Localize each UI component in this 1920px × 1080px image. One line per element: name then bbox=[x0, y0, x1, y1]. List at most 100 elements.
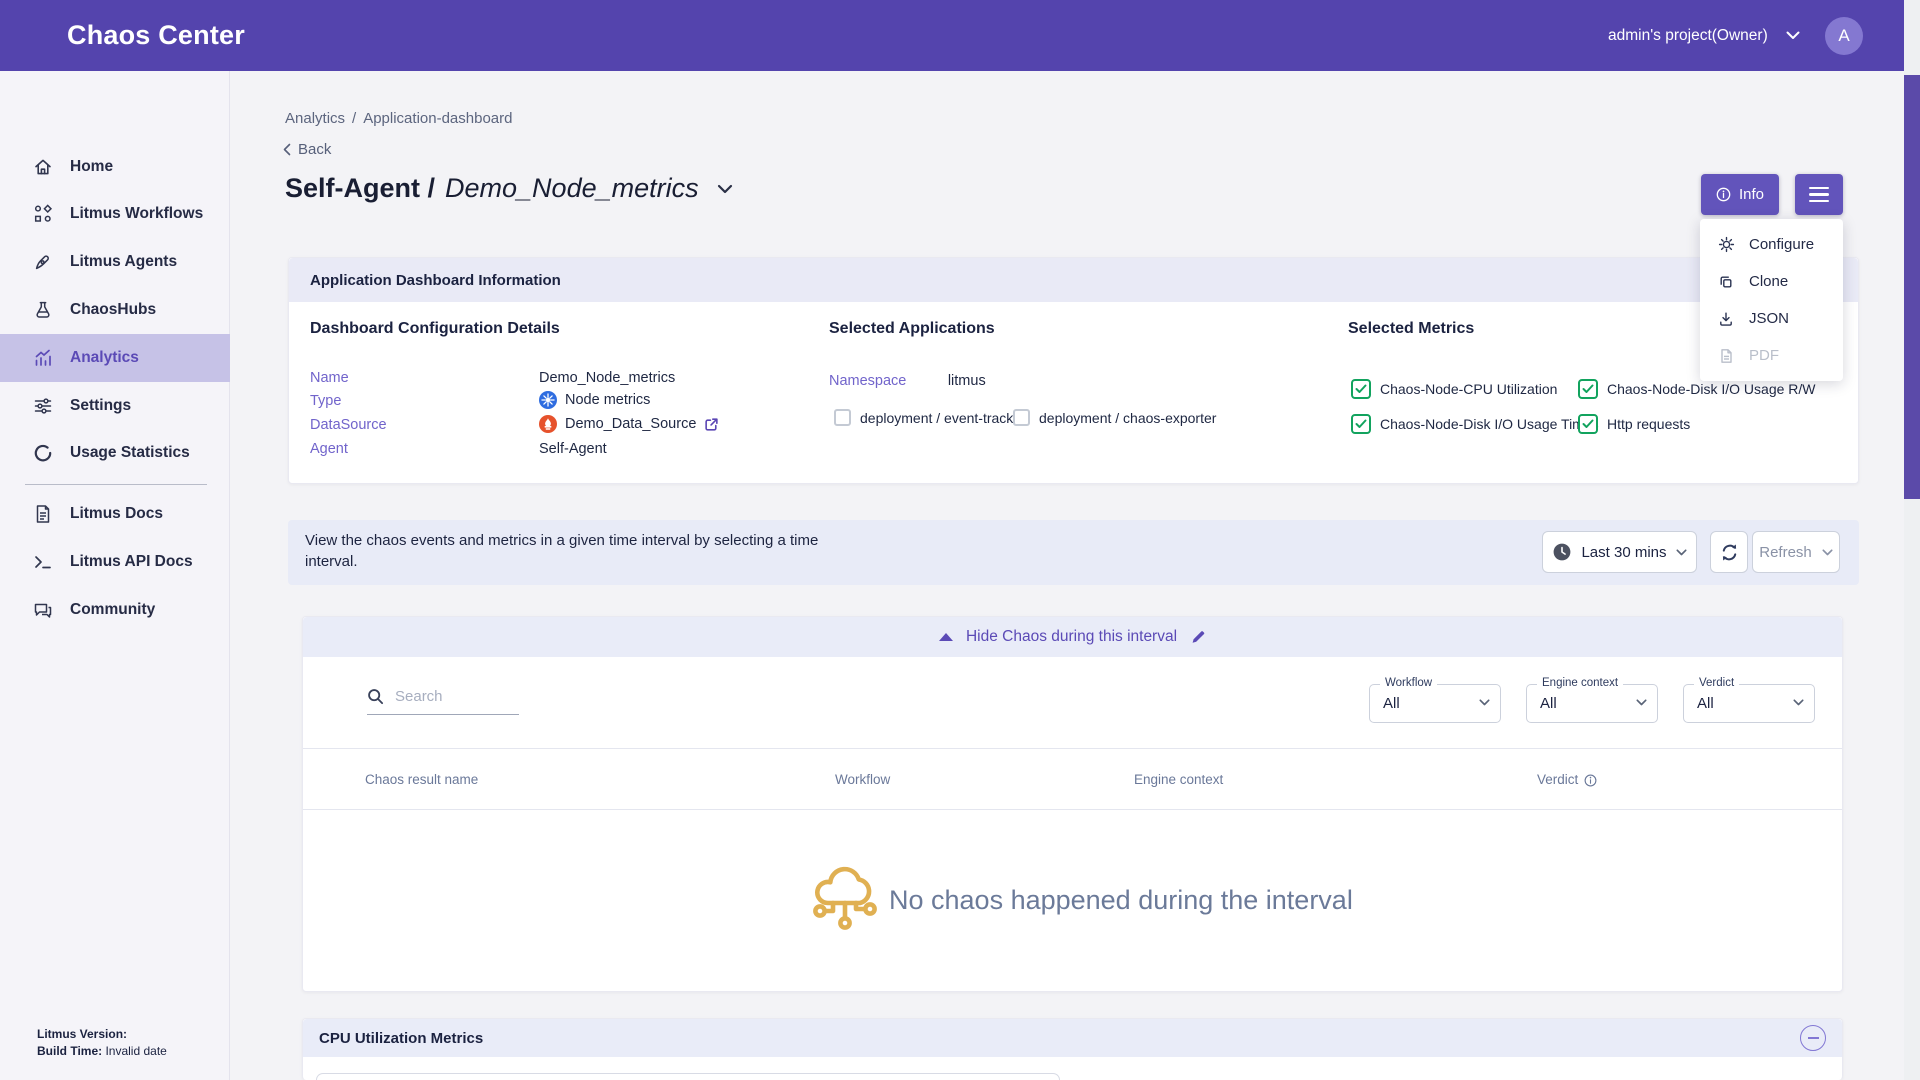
info-button[interactable]: Info bbox=[1701, 174, 1779, 215]
filter-value: All bbox=[1540, 685, 1557, 722]
search-input[interactable] bbox=[393, 687, 505, 706]
column-header: Engine context bbox=[1134, 749, 1223, 811]
app-root: Chaos Center admin's project(Owner) A Ho… bbox=[0, 0, 1920, 1080]
back-button[interactable]: Back bbox=[283, 141, 331, 158]
menu-item-label: Clone bbox=[1749, 273, 1788, 290]
sidebar-item-label: Analytics bbox=[70, 349, 139, 367]
menu-item-json[interactable]: JSON bbox=[1700, 300, 1843, 337]
config-row-value: Demo_Data_Source bbox=[539, 415, 719, 433]
column-header: Workflow bbox=[835, 749, 890, 811]
sidebar-item-label: Litmus API Docs bbox=[70, 553, 193, 571]
column-header: Chaos result name bbox=[365, 749, 478, 811]
chevron-down-icon bbox=[1822, 549, 1833, 556]
engine-context-filter-select[interactable]: Engine context All bbox=[1526, 684, 1658, 723]
top-header-bar: Chaos Center admin's project(Owner) A bbox=[0, 0, 1920, 71]
config-row-label: Type bbox=[310, 393, 341, 409]
info-circle-icon bbox=[1716, 187, 1731, 202]
version-info: Litmus Version: Build Time: Invalid date bbox=[37, 1026, 167, 1060]
sidebar-item-litmus-api-docs[interactable]: Litmus API Docs bbox=[0, 538, 230, 586]
sidebar-item-label: Home bbox=[70, 158, 113, 176]
sidebar-item-label: Settings bbox=[70, 397, 131, 415]
build-value: Invalid date bbox=[102, 1044, 167, 1058]
sidebar-item-community[interactable]: Community bbox=[0, 586, 230, 634]
title-chevron-down-icon[interactable] bbox=[717, 184, 733, 194]
sidebar-item-label: Usage Statistics bbox=[70, 444, 190, 462]
time-range-value: Last 30 mins bbox=[1581, 544, 1666, 561]
verdict-info-icon[interactable] bbox=[1584, 774, 1597, 787]
chart-card-top-edge bbox=[316, 1073, 1060, 1080]
page-title: Self-Agent / Demo_Node_metrics bbox=[285, 173, 733, 204]
refresh-interval-select[interactable]: Refresh bbox=[1752, 531, 1840, 573]
metric-checkbox-row: Chaos-Node-CPU Utilization bbox=[1351, 379, 1557, 399]
sidebar-item-litmus-agents[interactable]: Litmus Agents bbox=[0, 238, 230, 286]
menu-item-configure[interactable]: Configure bbox=[1700, 226, 1843, 263]
checkbox-chaos-exporter[interactable] bbox=[1013, 409, 1030, 426]
info-panel-header: Application Dashboard Information bbox=[289, 258, 1858, 302]
menu-item-clone[interactable]: Clone bbox=[1700, 263, 1843, 300]
config-details-title: Dashboard Configuration Details bbox=[310, 320, 560, 338]
back-label: Back bbox=[298, 141, 331, 158]
refresh-select-label: Refresh bbox=[1759, 544, 1812, 561]
collapse-minus-icon[interactable] bbox=[1800, 1025, 1826, 1051]
sidebar-item-settings[interactable]: Settings bbox=[0, 382, 230, 430]
sidebar-item-litmus-workflows[interactable]: Litmus Workflows bbox=[0, 190, 230, 238]
checkbox-http-requests[interactable] bbox=[1578, 414, 1598, 434]
workflows-icon bbox=[33, 204, 53, 224]
config-row-label: Name bbox=[310, 370, 349, 386]
sidebar-nav: Home Litmus Workflows Litmus Agents Chao… bbox=[0, 71, 230, 1080]
column-header: Verdict bbox=[1537, 749, 1597, 811]
sidebar-item-analytics[interactable]: Analytics bbox=[0, 334, 230, 382]
empty-state-message: No chaos happened during the interval bbox=[889, 885, 1353, 916]
workflow-filter-select[interactable]: Workflow All bbox=[1369, 684, 1501, 723]
chevron-down-icon bbox=[1793, 699, 1804, 706]
hide-chaos-toggle[interactable]: Hide Chaos during this interval bbox=[303, 617, 1842, 657]
sidebar-item-home[interactable]: Home bbox=[0, 143, 230, 191]
filter-value: All bbox=[1383, 685, 1400, 722]
project-selector[interactable]: admin's project(Owner) bbox=[1608, 0, 1800, 71]
chaos-interval-panel: Hide Chaos during this interval Workflow… bbox=[302, 616, 1843, 992]
sidebar-item-litmus-docs[interactable]: Litmus Docs bbox=[0, 490, 230, 538]
checkbox-cpu-utilization[interactable] bbox=[1351, 379, 1371, 399]
empty-cloud-icon bbox=[811, 860, 879, 932]
config-row-label: DataSource bbox=[310, 417, 387, 433]
info-button-label: Info bbox=[1739, 186, 1764, 203]
sidebar-item-chaoshubs[interactable]: ChaosHubs bbox=[0, 286, 230, 334]
pdf-file-icon bbox=[1717, 348, 1735, 364]
chevron-down-icon bbox=[1676, 549, 1687, 556]
usage-statistics-icon bbox=[33, 443, 53, 463]
breadcrumb-application-dashboard[interactable]: Application-dashboard bbox=[363, 110, 512, 127]
filter-value: All bbox=[1697, 685, 1714, 722]
interval-description: View the chaos events and metrics in a g… bbox=[305, 530, 865, 572]
breadcrumb: Analytics / Application-dashboard bbox=[285, 110, 512, 127]
kebab-menu-button[interactable] bbox=[1795, 174, 1843, 215]
checkbox-event-tracker[interactable] bbox=[834, 409, 851, 426]
collapse-triangle-icon bbox=[939, 633, 953, 641]
time-range-select[interactable]: Last 30 mins bbox=[1542, 531, 1697, 573]
cpu-utilization-panel: CPU Utilization Metrics bbox=[302, 1018, 1843, 1080]
refresh-icon bbox=[1719, 542, 1740, 563]
kubernetes-icon bbox=[539, 391, 557, 409]
verdict-filter-select[interactable]: Verdict All bbox=[1683, 684, 1815, 723]
breadcrumb-analytics[interactable]: Analytics bbox=[285, 110, 345, 127]
time-interval-bar: View the chaos events and metrics in a g… bbox=[288, 520, 1859, 585]
sidebar-item-label: Litmus Agents bbox=[70, 253, 177, 271]
scrollbar-thumb[interactable] bbox=[1904, 75, 1920, 499]
checkbox-disk-io-rw[interactable] bbox=[1578, 379, 1598, 399]
terminal-icon bbox=[33, 552, 53, 572]
config-row-value: Self-Agent bbox=[539, 441, 607, 457]
refresh-now-button[interactable] bbox=[1710, 531, 1748, 573]
chevron-down-icon bbox=[1479, 699, 1490, 706]
breadcrumb-separator: / bbox=[352, 110, 356, 127]
agents-icon bbox=[33, 252, 53, 272]
edit-pencil-icon[interactable] bbox=[1190, 629, 1206, 645]
checkbox-disk-io-times[interactable] bbox=[1351, 414, 1371, 434]
menu-item-pdf: PDF bbox=[1700, 337, 1843, 374]
sidebar-item-usage-statistics[interactable]: Usage Statistics bbox=[0, 429, 230, 477]
version-label: Litmus Version: bbox=[37, 1027, 127, 1041]
build-label: Build Time: bbox=[37, 1044, 102, 1058]
menu-item-label: PDF bbox=[1749, 347, 1779, 364]
sidebar-item-label: ChaosHubs bbox=[70, 301, 156, 319]
external-link-icon[interactable] bbox=[704, 417, 719, 432]
user-avatar[interactable]: A bbox=[1825, 17, 1863, 55]
config-row-value: Demo_Node_metrics bbox=[539, 370, 675, 386]
